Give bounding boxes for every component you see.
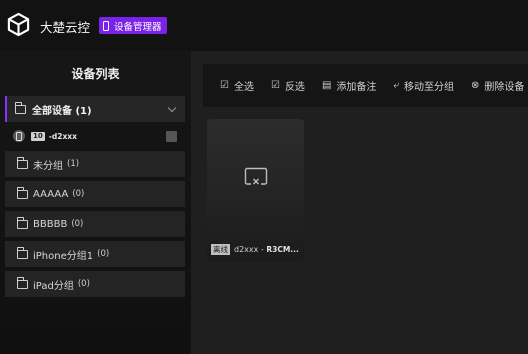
sidebar-title: 设备列表 [71, 67, 120, 81]
group-label: AAAAA [33, 188, 69, 200]
group-count: (1) [75, 105, 92, 117]
group-count: (0) [97, 249, 110, 259]
folder-icon [17, 186, 28, 199]
group-count: (0) [72, 189, 85, 199]
device-checkbox[interactable] [166, 131, 177, 142]
status-badge: 离线 [211, 244, 230, 255]
device-card-footer: 离线 d2xxx - R3CM... [211, 244, 299, 255]
invert-check-icon: ☑ [270, 80, 280, 91]
note-icon: ▤ [321, 80, 332, 91]
group-item-ungrouped[interactable]: 未分组 (1) [5, 151, 185, 177]
group-label: iPad分组 [33, 280, 74, 292]
folder-icon [17, 216, 28, 229]
invert-select-button[interactable]: ☑ 反选 [271, 78, 305, 93]
group-all-devices[interactable]: 全部设备 (1) [5, 96, 185, 122]
check-square-icon: ☑ [220, 80, 229, 91]
device-card-name: d2xxx - R3CM... [234, 245, 299, 254]
group-label: iPhone分组1 [33, 250, 94, 262]
folder-icon [17, 246, 28, 259]
group-item-ipad[interactable]: iPad分组 (0) [5, 271, 185, 297]
device-manager-label: 设备管理器 [114, 21, 162, 33]
add-note-button[interactable]: ▤ 添加备注 [322, 78, 376, 93]
select-all-label: 全选 [233, 82, 254, 93]
main-panel: ☑ 全选 ☑ 反选 ▤ 添加备注 ⤶ 移动至分组 ⊗ 删除设备 离线 d2xxx… [191, 51, 528, 354]
group-label: 全部设备 [32, 105, 72, 117]
device-name: -d2xxx [48, 131, 77, 141]
invert-select-label: 反选 [284, 82, 305, 93]
toolbar: ☑ 全选 ☑ 反选 ▤ 添加备注 ⤶ 移动至分组 ⊗ 删除设备 [203, 64, 528, 107]
move-icon: ⤶ [393, 80, 399, 91]
app-header: 大楚云控 设备管理器 [0, 0, 528, 51]
select-all-button[interactable]: ☑ 全选 [220, 78, 254, 93]
group-item-bbbbb[interactable]: BBBBB (0) [5, 211, 185, 237]
app-title: 大楚云控 [40, 20, 91, 35]
delete-icon: ⊗ [471, 80, 480, 91]
delete-device-label: 删除设备 [484, 82, 525, 93]
folder-icon [17, 156, 28, 169]
move-to-group-label: 移动至分组 [404, 82, 454, 93]
sidebar: 设备列表 全部设备 (1) 10 -d2xxx 未分组 (1) AAAAA (0… [0, 51, 191, 354]
folder-icon [15, 101, 26, 114]
device-card-name-prefix: d2xxx - [234, 245, 267, 254]
device-card[interactable]: 离线 d2xxx - R3CM... [207, 119, 304, 261]
group-label: 未分组 [33, 160, 63, 172]
device-manager-badge[interactable]: 设备管理器 [99, 17, 167, 34]
phone-icon [103, 20, 109, 31]
move-to-group-button[interactable]: ⤶ 移动至分组 [393, 78, 454, 93]
device-avatar-icon [13, 130, 25, 142]
device-list-item[interactable]: 10 -d2xxx [5, 124, 185, 148]
delete-device-button[interactable]: ⊗ 删除设备 [471, 78, 524, 93]
group-count: (1) [67, 159, 80, 169]
cube-logo-icon [7, 12, 30, 37]
chevron-down-icon[interactable] [167, 103, 177, 113]
group-count: (0) [77, 279, 90, 289]
device-os-version: 10 [31, 131, 45, 141]
group-label: BBBBB [33, 218, 68, 230]
folder-icon [17, 276, 28, 289]
group-item-iphone[interactable]: iPhone分组1 (0) [5, 241, 185, 267]
group-count: (0) [71, 219, 84, 229]
device-card-name-suffix: R3CM... [266, 245, 299, 254]
screen-disconnected-icon [244, 167, 268, 185]
group-item-aaaaa[interactable]: AAAAA (0) [5, 181, 185, 207]
add-note-label: 添加备注 [336, 82, 377, 93]
